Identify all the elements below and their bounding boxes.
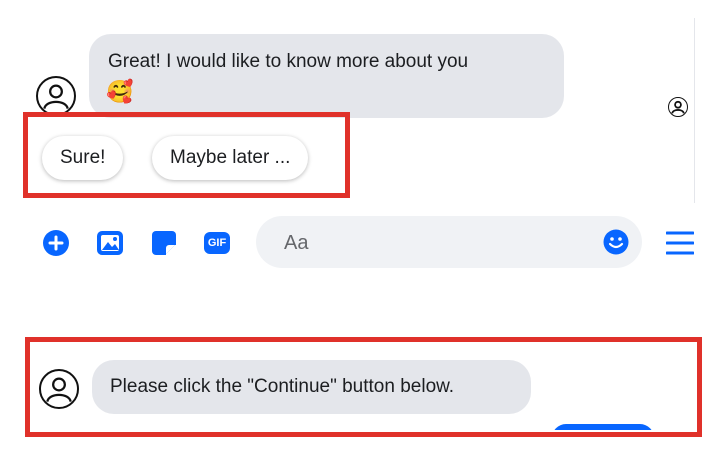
gif-icon[interactable]: GIF — [203, 229, 231, 257]
menu-icon[interactable] — [666, 230, 694, 256]
sender-avatar — [36, 76, 76, 116]
photo-icon[interactable] — [96, 229, 124, 257]
message-text: Please click the "Continue" button below… — [110, 376, 455, 397]
message-text: Great! I would like to know more about y… — [108, 51, 469, 72]
incoming-message-bubble: Please click the "Continue" button below… — [92, 360, 531, 414]
read-receipt-avatar — [668, 97, 688, 117]
quick-reply-sure-button[interactable]: Sure! — [42, 136, 124, 180]
sticker-icon[interactable] — [150, 229, 178, 257]
side-divider — [694, 18, 695, 203]
message-composer[interactable] — [256, 216, 642, 270]
quick-reply-maybe-later-button[interactable]: Maybe later ... — [152, 136, 309, 180]
smiling-face-hearts-emoji: 🥰 — [106, 79, 134, 104]
gif-label: GIF — [207, 237, 227, 249]
incoming-message-bubble: Great! I would like to know more about y… — [89, 34, 564, 118]
message-input[interactable] — [282, 216, 586, 270]
sender-avatar — [39, 369, 79, 409]
smiley-icon[interactable] — [603, 229, 629, 255]
continue-button[interactable] — [552, 424, 654, 430]
add-icon[interactable] — [42, 229, 70, 257]
